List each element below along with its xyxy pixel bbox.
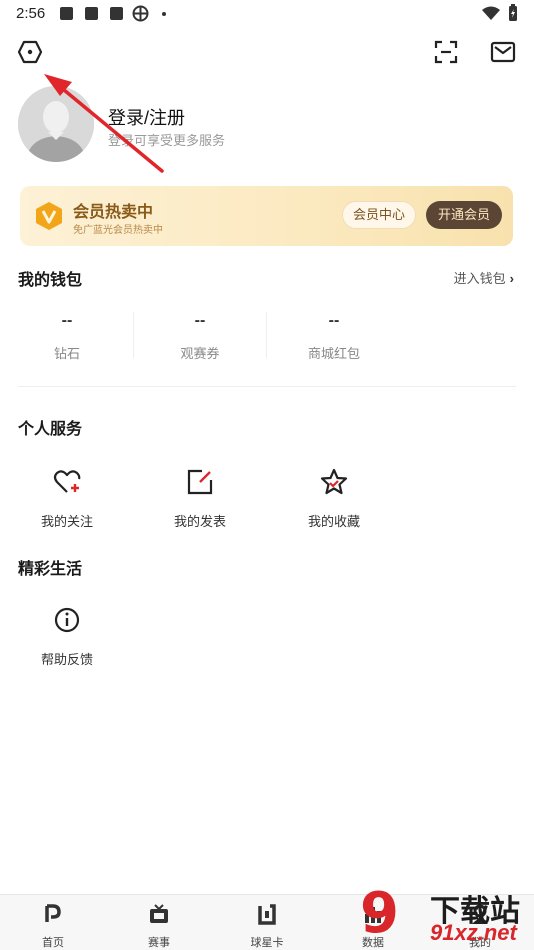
login-subtitle: 登录可享受更多服务 — [108, 133, 226, 148]
enter-wallet-link[interactable]: 进入钱包 › — [454, 268, 514, 287]
home-logo-icon — [45, 904, 61, 922]
watermark-text-bottom: 91xz.net — [430, 920, 517, 945]
edit-square-icon — [187, 469, 213, 495]
wallet-item-label: 观赛券 — [180, 346, 220, 361]
open-vip-button[interactable]: 开通会员 — [426, 201, 502, 229]
vip-subtitle: 免广蓝光会员热卖中 — [73, 225, 163, 236]
card-icon — [258, 904, 276, 925]
status-bar: 2:56 — [0, 0, 534, 28]
service-item-label: 我的发表 — [173, 514, 226, 529]
default-avatar-icon — [18, 86, 94, 162]
settings-icon[interactable] — [17, 40, 43, 64]
service-item-follow[interactable]: 我的关注 — [17, 468, 117, 530]
notification-icon — [85, 7, 98, 20]
app-notification-icon — [132, 5, 149, 22]
service-item-favorites[interactable]: 我的收藏 — [284, 468, 384, 530]
login-register-link[interactable]: 登录/注册 — [108, 104, 185, 130]
divider — [266, 312, 267, 358]
notification-icon — [60, 7, 73, 20]
vip-badge-icon — [36, 202, 62, 230]
section-divider — [18, 386, 516, 387]
chevron-right-icon: › — [509, 271, 514, 286]
service-item-help-feedback[interactable]: 帮助反馈 — [17, 606, 117, 668]
watermark-number: 9 — [360, 881, 399, 946]
vip-center-button[interactable]: 会员中心 — [342, 201, 416, 229]
vip-banner[interactable]: 会员热卖中 免广蓝光会员热卖中 会员中心 开通会员 — [20, 186, 513, 246]
tab-star-cards[interactable]: 球星卡 — [232, 903, 302, 950]
personal-services-title: 个人服务 — [18, 421, 83, 438]
service-item-label: 我的收藏 — [307, 514, 360, 529]
service-item-label: 帮助反馈 — [40, 652, 93, 667]
wallet-item-red-packets[interactable]: -- 商城红包 — [284, 312, 384, 362]
vip-title: 会员热卖中 — [73, 204, 154, 221]
life-section-title: 精彩生活 — [18, 561, 83, 578]
service-item-posts[interactable]: 我的发表 — [150, 468, 250, 530]
scan-icon[interactable] — [434, 40, 458, 64]
wallet-item-label: 商城红包 — [307, 346, 360, 361]
tab-home[interactable]: 首页 — [18, 903, 88, 950]
star-check-icon — [320, 468, 348, 495]
wallet-item-tickets[interactable]: -- 观赛券 — [150, 312, 250, 362]
wallet-item-value: -- — [61, 312, 73, 329]
watermark-logo: 9 下载站 91xz.net — [360, 884, 534, 950]
tab-label: 首页 — [42, 937, 64, 949]
notification-icon — [110, 7, 123, 20]
heart-plus-icon — [53, 470, 81, 493]
tab-label: 赛事 — [148, 937, 170, 949]
wallet-item-diamonds[interactable]: -- 钻石 — [17, 312, 117, 362]
wallet-item-label: 钻石 — [53, 346, 80, 361]
battery-icon — [509, 4, 517, 21]
wallet-item-value: -- — [328, 312, 340, 329]
status-time: 2:56 — [16, 5, 46, 22]
service-item-label: 我的关注 — [40, 514, 93, 529]
tab-matches[interactable]: 赛事 — [124, 903, 194, 950]
wifi-icon — [482, 6, 500, 20]
tab-label: 球星卡 — [250, 937, 284, 949]
divider — [133, 312, 134, 358]
enter-wallet-label: 进入钱包 — [453, 271, 506, 286]
tv-icon — [150, 904, 168, 923]
info-circle-icon — [54, 607, 80, 633]
avatar[interactable] — [18, 86, 94, 162]
wallet-section-title: 我的钱包 — [18, 272, 83, 289]
message-icon[interactable] — [490, 41, 516, 63]
wallet-item-value: -- — [194, 312, 206, 329]
more-notifications-dot — [162, 12, 166, 16]
